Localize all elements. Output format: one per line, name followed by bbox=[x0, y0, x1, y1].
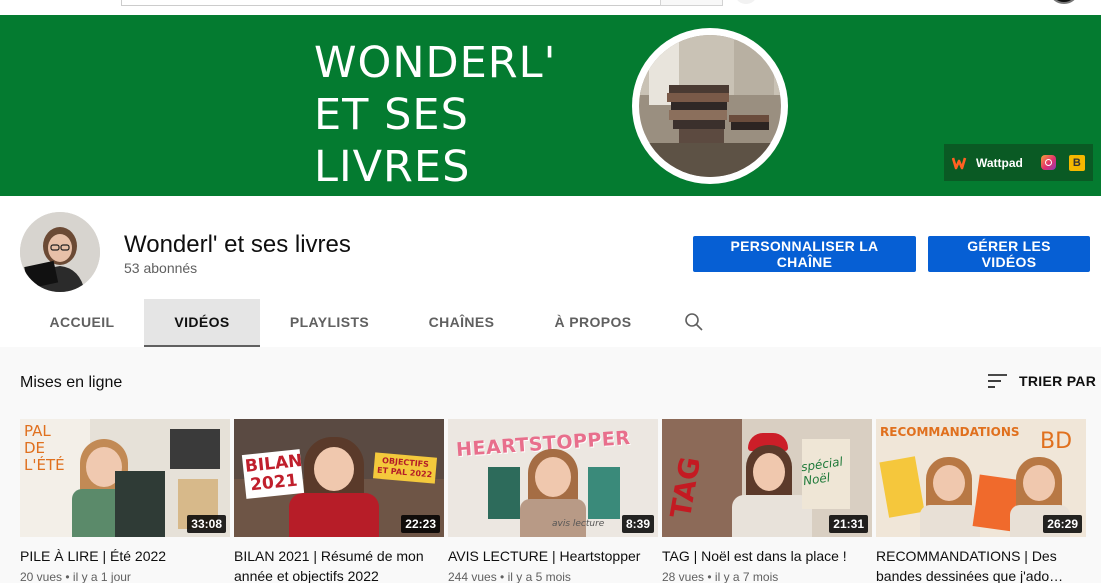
channel-avatar[interactable] bbox=[20, 212, 100, 292]
video-title[interactable]: RECOMMANDATIONS | Des bandes dessinées q… bbox=[876, 546, 1086, 583]
tab-videos[interactable]: VIDÉOS bbox=[144, 299, 260, 347]
video-duration: 8:39 bbox=[621, 515, 654, 533]
search-input[interactable] bbox=[121, 0, 661, 6]
video-card[interactable]: RECOMMANDATIONS BD 26:29 RECOMMANDATIONS… bbox=[876, 419, 1086, 583]
user-avatar[interactable] bbox=[1050, 0, 1078, 4]
video-meta: 244 vues • il y a 5 mois bbox=[448, 570, 571, 583]
video-title[interactable]: PILE À LIRE | Été 2022 bbox=[20, 546, 230, 566]
search-icon bbox=[685, 313, 703, 331]
channel-search-button[interactable] bbox=[662, 299, 726, 347]
tab-about[interactable]: À PROPOS bbox=[524, 299, 662, 347]
channel-banner: WONDERL' ET SES LIVRES Wattpad B bbox=[0, 15, 1101, 196]
video-thumbnail[interactable]: TAG spécial Noël 21:31 bbox=[662, 419, 872, 537]
video-duration: 33:08 bbox=[187, 515, 226, 533]
thumbnail-text-secondary: avis lecture bbox=[552, 519, 605, 529]
video-thumbnail[interactable]: RECOMMANDATIONS BD 26:29 bbox=[876, 419, 1086, 537]
video-thumbnail[interactable]: BILAN 2021 OBJECTIFS ET PAL 2022 22:23 bbox=[234, 419, 444, 537]
tab-playlists[interactable]: PLAYLISTS bbox=[260, 299, 399, 347]
blog-icon[interactable]: B bbox=[1068, 154, 1085, 171]
books-photo-image bbox=[639, 35, 781, 177]
microphone-icon[interactable] bbox=[736, 0, 756, 4]
customize-channel-button[interactable]: PERSONNALISER LA CHAÎNE bbox=[693, 236, 916, 272]
video-duration: 21:31 bbox=[829, 515, 868, 533]
thumbnail-text-secondary: BD bbox=[1040, 429, 1073, 454]
channel-tabs: ACCUEIL VIDÉOS PLAYLISTS CHAÎNES À PROPO… bbox=[20, 299, 726, 347]
wattpad-icon bbox=[952, 157, 967, 169]
video-card[interactable]: HEARTSTOPPER avis lecture 8:39 AVIS LECT… bbox=[448, 419, 658, 583]
thumbnail-text: RECOMMANDATIONS bbox=[880, 425, 1020, 439]
video-thumbnail[interactable]: PAL DE L'ÉTÉ 33:08 bbox=[20, 419, 230, 537]
channel-header: Wonderl' et ses livres 53 abonnés PERSON… bbox=[0, 196, 1101, 347]
video-grid: PAL DE L'ÉTÉ 33:08 PILE À LIRE | Été 202… bbox=[20, 419, 1086, 583]
video-duration: 26:29 bbox=[1043, 515, 1082, 533]
instagram-icon[interactable] bbox=[1040, 155, 1056, 170]
channel-name: Wonderl' et ses livres bbox=[124, 231, 351, 258]
banner-title: WONDERL' ET SES LIVRES bbox=[314, 37, 556, 193]
sort-label: TRIER PAR bbox=[1019, 373, 1097, 389]
banner-title-line: LIVRES bbox=[314, 142, 471, 192]
tab-home[interactable]: ACCUEIL bbox=[20, 299, 144, 347]
video-card[interactable]: BILAN 2021 OBJECTIFS ET PAL 2022 22:23 B… bbox=[234, 419, 444, 583]
video-title[interactable]: TAG | Noël est dans la place ! bbox=[662, 546, 872, 566]
manage-videos-button[interactable]: GÉRER LES VIDÉOS bbox=[928, 236, 1090, 272]
channel-avatar-image bbox=[20, 212, 100, 292]
video-thumbnail[interactable]: HEARTSTOPPER avis lecture 8:39 bbox=[448, 419, 658, 537]
wattpad-label: Wattpad bbox=[976, 155, 1023, 170]
thumbnail-text: BILAN 2021 bbox=[241, 449, 305, 499]
video-title[interactable]: AVIS LECTURE | Heartstopper bbox=[448, 546, 658, 566]
section-title: Mises en ligne bbox=[20, 374, 123, 391]
thumbnail-text-secondary: OBJECTIFS ET PAL 2022 bbox=[372, 452, 438, 484]
tab-channels[interactable]: CHAÎNES bbox=[399, 299, 524, 347]
banner-title-line: ET SES bbox=[314, 90, 469, 140]
sort-button[interactable]: TRIER PAR bbox=[988, 373, 1096, 389]
video-card[interactable]: PAL DE L'ÉTÉ 33:08 PILE À LIRE | Été 202… bbox=[20, 419, 230, 583]
video-title[interactable]: BILAN 2021 | Résumé de mon année et obje… bbox=[234, 546, 444, 583]
banner-books-photo bbox=[632, 28, 788, 184]
subscriber-count: 53 abonnés bbox=[124, 260, 198, 276]
search-button[interactable] bbox=[660, 0, 723, 6]
sort-icon bbox=[988, 374, 1007, 388]
video-duration: 22:23 bbox=[401, 515, 440, 533]
thumbnail-text: PAL DE L'ÉTÉ bbox=[24, 422, 65, 474]
video-card[interactable]: TAG spécial Noël 21:31 TAG | Noël est da… bbox=[662, 419, 872, 583]
channel-links: Wattpad B bbox=[944, 144, 1093, 181]
video-meta: 28 vues • il y a 7 mois bbox=[662, 570, 779, 583]
banner-title-line: WONDERL' bbox=[314, 38, 557, 88]
video-meta: 20 vues • il y a 1 jour bbox=[20, 570, 131, 583]
wattpad-link[interactable]: Wattpad bbox=[952, 156, 1023, 170]
top-bar bbox=[0, 0, 1101, 15]
